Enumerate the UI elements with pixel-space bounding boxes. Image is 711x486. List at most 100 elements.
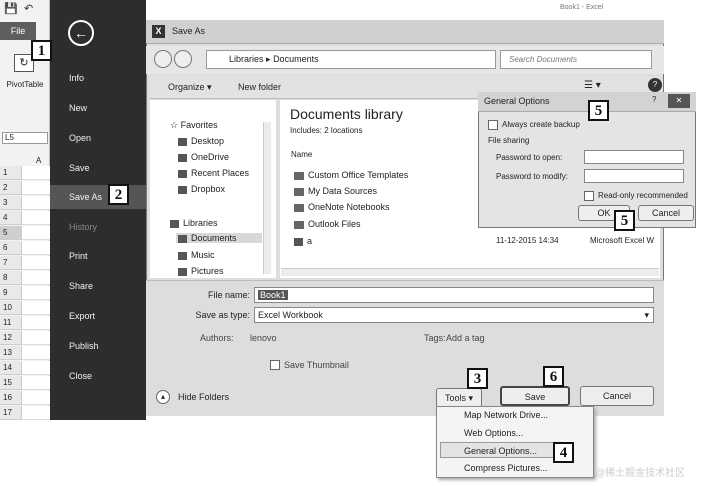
tree-onedrive[interactable]: OneDrive [178, 152, 229, 162]
general-cancel-button[interactable]: Cancel [638, 205, 694, 221]
password-open-field[interactable] [584, 150, 684, 164]
row-header[interactable]: 8 [0, 271, 22, 285]
menu-save-as[interactable]: Save As [50, 185, 146, 209]
organize-button[interactable]: Organize ▾ [168, 82, 212, 93]
menu-item-map-network-drive[interactable]: Map Network Drive... [464, 410, 548, 420]
list-item[interactable]: a [294, 236, 312, 246]
password-modify-field[interactable] [584, 169, 684, 183]
menu-open[interactable]: Open [50, 126, 146, 150]
list-item[interactable]: OneNote Notebooks [294, 202, 390, 212]
row-header[interactable]: 10 [0, 301, 22, 315]
back-arrow-icon[interactable]: ← [68, 20, 94, 46]
tags-value[interactable]: Add a tag [446, 333, 485, 343]
grid-cell[interactable] [22, 211, 50, 225]
new-folder-button[interactable]: New folder [238, 82, 281, 92]
menu-item-compress-pictures[interactable]: Compress Pictures... [464, 463, 548, 473]
tree-favorites[interactable]: ☆ Favorites [170, 120, 218, 131]
close-icon[interactable]: ✕ [668, 94, 690, 108]
file-name-field[interactable]: Book1 [254, 287, 654, 303]
authors-value[interactable]: lenovo [250, 333, 277, 343]
row-header[interactable]: 17 [0, 406, 22, 420]
name-box[interactable]: L5 [2, 132, 48, 144]
save-icon[interactable]: 💾 [4, 2, 18, 15]
menu-close[interactable]: Close [50, 364, 146, 388]
row-header[interactable]: 1 [0, 166, 22, 180]
back-nav-icon[interactable] [154, 50, 172, 68]
menu-print[interactable]: Print [50, 244, 146, 268]
undo-icon[interactable]: ↶ [24, 2, 33, 15]
help-icon[interactable]: ? [652, 95, 656, 104]
cancel-button[interactable]: Cancel [580, 386, 654, 406]
save-button[interactable]: Save [500, 386, 570, 406]
grid-cell[interactable] [22, 256, 50, 270]
grid-cell[interactable] [22, 376, 50, 390]
tree-pictures[interactable]: Pictures [178, 266, 224, 276]
grid-cell[interactable] [22, 331, 50, 345]
row-header[interactable]: 11 [0, 316, 22, 330]
tree-documents[interactable]: Documents [176, 233, 262, 243]
file-tab[interactable]: File [0, 22, 36, 40]
row-header[interactable]: 3 [0, 196, 22, 210]
nav-pane-scrollbar[interactable] [263, 122, 271, 274]
grid-cell[interactable] [22, 391, 50, 405]
menu-publish[interactable]: Publish [50, 334, 146, 358]
tree-dropbox[interactable]: Dropbox [178, 184, 225, 194]
tree-music[interactable]: Music [178, 250, 215, 260]
grid-cell[interactable] [22, 286, 50, 300]
pivottable-label[interactable]: PivotTable [0, 80, 50, 89]
row-header[interactable]: 2 [0, 181, 22, 195]
save-thumbnail-checkbox[interactable] [270, 360, 280, 370]
row-header[interactable]: 16 [0, 391, 22, 405]
row-header[interactable]: 5 [0, 226, 22, 240]
view-options-icon[interactable]: ☰ ▾ [584, 80, 601, 91]
grid-cell[interactable] [22, 241, 50, 255]
column-header-name[interactable]: Name [291, 150, 312, 159]
menu-item-general-options[interactable]: General Options... [464, 446, 537, 456]
list-item[interactable]: My Data Sources [294, 186, 377, 196]
tree-desktop[interactable]: Desktop [178, 136, 224, 146]
menu-save[interactable]: Save [50, 156, 146, 180]
column-header-a[interactable]: A [36, 156, 41, 165]
grid-cell[interactable] [22, 361, 50, 375]
menu-new[interactable]: New [50, 96, 146, 120]
help-icon[interactable]: ? [648, 78, 662, 92]
address-bar[interactable]: Libraries ▸ Documents [206, 50, 496, 69]
chevron-up-icon[interactable]: ▴ [156, 390, 170, 404]
grid-cell[interactable] [22, 301, 50, 315]
grid-cell[interactable] [22, 271, 50, 285]
grid-cell[interactable] [22, 196, 50, 210]
list-item[interactable]: Outlook Files [294, 219, 361, 229]
tools-button[interactable]: Tools ▾ [436, 388, 482, 408]
menu-history[interactable]: History [50, 215, 146, 239]
tree-recent-places[interactable]: Recent Places [178, 168, 249, 178]
search-input[interactable]: Search Documents [500, 50, 652, 69]
menu-info[interactable]: Info [50, 66, 146, 90]
menu-share[interactable]: Share [50, 274, 146, 298]
read-only-checkbox[interactable] [584, 191, 594, 201]
row-header[interactable]: 9 [0, 286, 22, 300]
row-header[interactable]: 12 [0, 331, 22, 345]
grid-cell[interactable] [22, 316, 50, 330]
menu-export[interactable]: Export [50, 304, 146, 328]
menu-item-web-options[interactable]: Web Options... [464, 428, 523, 438]
row-header[interactable]: 13 [0, 346, 22, 360]
grid-cell[interactable] [22, 181, 50, 195]
save-type-select[interactable]: Excel Workbook ▾ [254, 307, 654, 323]
address-segment-libraries[interactable]: Libraries [229, 54, 264, 64]
grid-cell[interactable] [22, 346, 50, 360]
grid-cell[interactable] [22, 166, 50, 180]
row-header[interactable]: 14 [0, 361, 22, 375]
library-includes[interactable]: Includes: 2 locations [290, 126, 363, 135]
row-header[interactable]: 4 [0, 211, 22, 225]
tree-libraries[interactable]: Libraries [170, 218, 218, 228]
hide-folders-button[interactable]: Hide Folders [178, 392, 229, 402]
grid-cell[interactable] [22, 406, 50, 420]
file-pane-scrollbar[interactable] [281, 268, 659, 276]
row-header[interactable]: 7 [0, 256, 22, 270]
always-backup-checkbox[interactable] [488, 120, 498, 130]
list-item[interactable]: Custom Office Templates [294, 170, 408, 180]
address-segment-documents[interactable]: Documents [273, 54, 319, 64]
forward-nav-icon[interactable] [174, 50, 192, 68]
grid-cell[interactable] [22, 226, 50, 240]
row-header[interactable]: 6 [0, 241, 22, 255]
